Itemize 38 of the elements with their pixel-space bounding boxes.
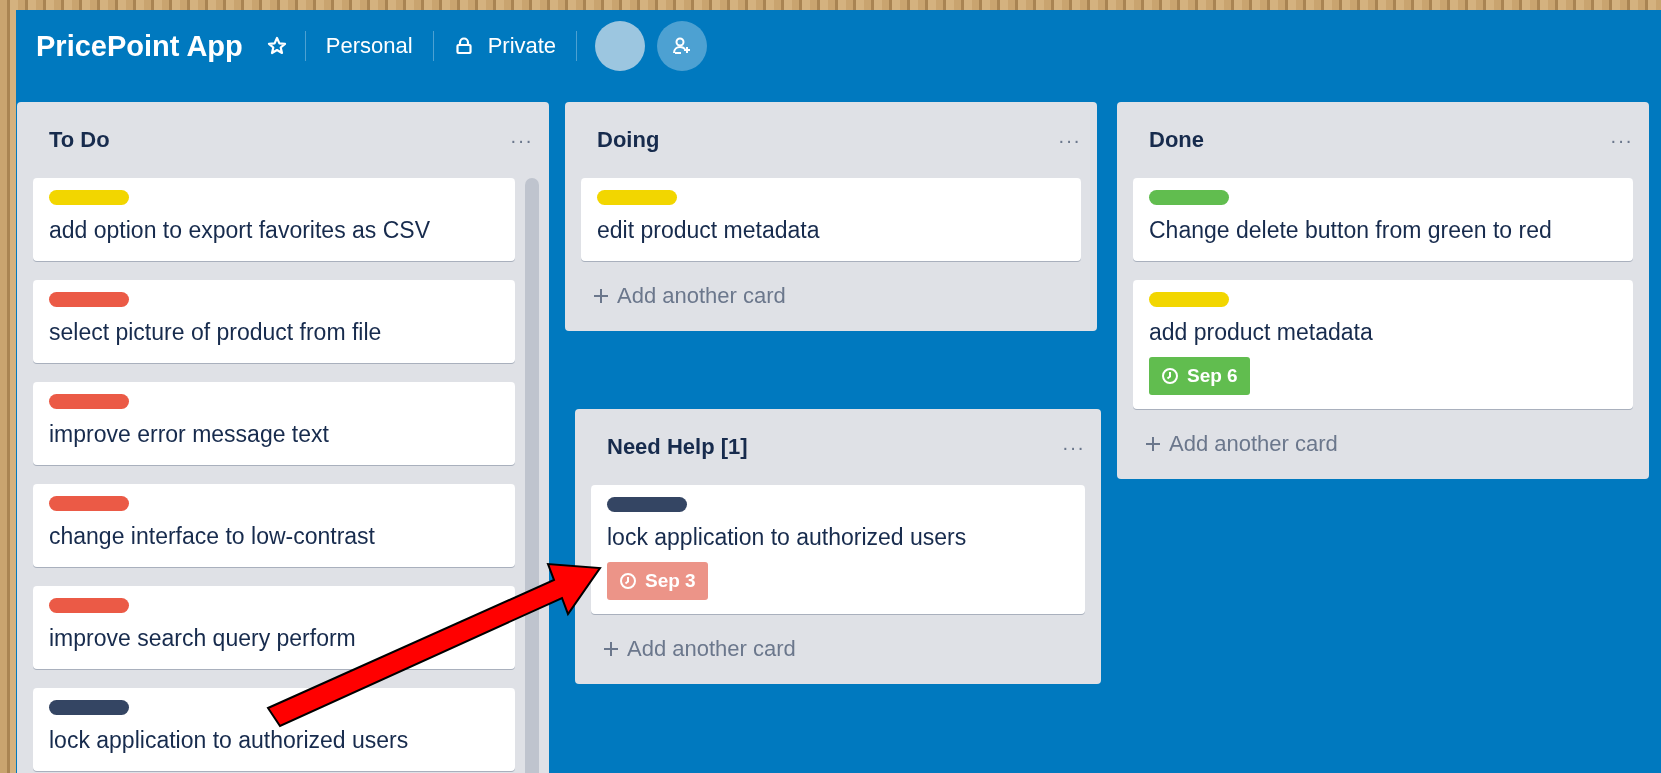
card[interactable]: edit product metadata <box>581 178 1081 261</box>
add-member-button[interactable] <box>657 21 708 71</box>
card[interactable]: improve error message text <box>33 382 515 465</box>
scrollbar[interactable] <box>525 178 539 773</box>
card[interactable]: add product metadata Sep 6 <box>1133 280 1633 409</box>
plus-icon <box>603 641 619 657</box>
list-title[interactable]: Done <box>1149 127 1204 153</box>
clock-icon <box>1161 367 1179 385</box>
plus-icon <box>593 288 609 304</box>
card[interactable]: improve search query perform <box>33 586 515 669</box>
card[interactable]: add option to export favorites as CSV <box>33 178 515 261</box>
card-title: change interface to low-contrast <box>49 522 376 551</box>
card[interactable]: lock application to authorized users Sep 3 <box>591 485 1085 614</box>
card[interactable]: select picture of product from file <box>33 280 515 363</box>
card-title: improve search query perform <box>49 624 357 653</box>
card-title: improve error message text <box>49 420 330 449</box>
list-title[interactable]: To Do <box>49 127 110 153</box>
card-title: select picture of product from file <box>49 318 383 347</box>
star-icon <box>266 36 287 56</box>
card-title: add option to export favorites as CSV <box>49 216 431 245</box>
avatar[interactable] <box>595 21 646 71</box>
card-title: lock application to authorized users <box>49 726 410 755</box>
card-title: Change delete button from green to red <box>1149 216 1553 245</box>
card[interactable]: change interface to low-contrast <box>33 484 515 567</box>
team-button[interactable]: Personal <box>317 27 421 65</box>
card[interactable]: Change delete button from green to red <box>1133 178 1633 261</box>
card-title: lock application to authorized users <box>607 523 968 552</box>
card-title: add product metadata <box>1149 318 1374 347</box>
clock-icon <box>619 572 637 590</box>
list-title[interactable]: Doing <box>597 127 660 153</box>
card[interactable]: lock application to authorized users <box>33 688 515 771</box>
plus-icon <box>1145 436 1161 452</box>
visibility-button[interactable]: Private <box>445 27 565 65</box>
add-person-icon <box>672 36 693 56</box>
board-title[interactable]: PricePoint App <box>30 25 249 67</box>
card-title: edit product metadata <box>597 216 821 245</box>
lock-icon <box>453 36 474 56</box>
list-title[interactable]: Need Help [1] <box>607 434 748 460</box>
